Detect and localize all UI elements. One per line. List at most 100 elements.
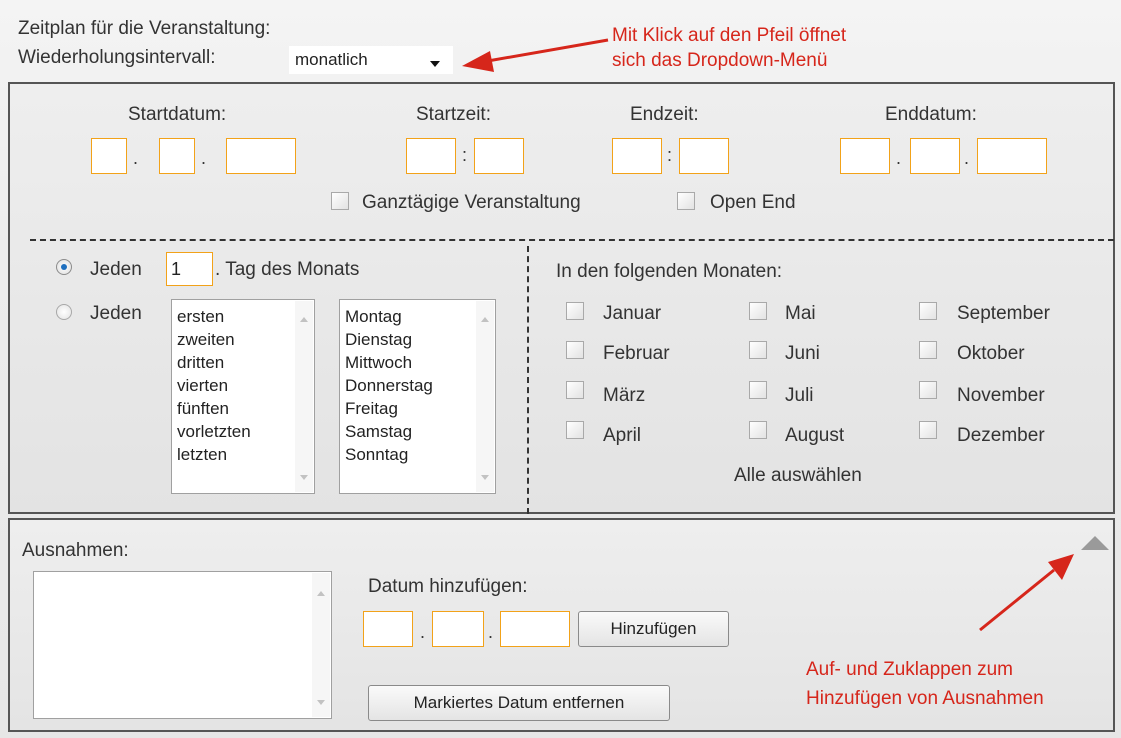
month-checkbox-oktober[interactable] (919, 341, 937, 359)
ordinal-option[interactable]: vierten (177, 374, 251, 397)
option1-suffix: . Tag des Monats (215, 259, 360, 280)
month-checkbox-maerz[interactable] (566, 381, 584, 399)
exception-day-field[interactable] (363, 611, 413, 647)
ordinal-listbox[interactable]: ersten zweiten dritten vierten fünften v… (171, 299, 315, 494)
scroll-up-icon[interactable] (317, 591, 325, 596)
month-checkbox-juli[interactable] (749, 381, 767, 399)
ordinal-option[interactable]: zweiten (177, 328, 251, 351)
allday-label: Ganztägige Veranstaltung (362, 192, 581, 213)
date-separator: . (488, 622, 494, 642)
month-checkbox-august[interactable] (749, 421, 767, 439)
ordinal-option[interactable]: ersten (177, 305, 251, 328)
allday-checkbox[interactable] (331, 192, 349, 210)
month-label: Juli (785, 385, 814, 406)
start-time-hour-field[interactable] (406, 138, 456, 174)
month-label: Dezember (957, 425, 1045, 446)
month-checkbox-juni[interactable] (749, 341, 767, 359)
month-label: März (603, 385, 646, 406)
schedule-title: Zeitplan für die Veranstaltung: (18, 18, 271, 39)
end-date-day-field[interactable] (840, 138, 890, 174)
month-checkbox-mai[interactable] (749, 302, 767, 320)
column-divider (527, 246, 529, 514)
ordinal-option[interactable]: vorletzten (177, 420, 251, 443)
month-label: November (957, 385, 1045, 406)
end-date-month-field[interactable] (910, 138, 960, 174)
scroll-down-icon[interactable] (317, 700, 325, 705)
time-separator: : (462, 145, 468, 165)
start-time-minute-field[interactable] (474, 138, 524, 174)
add-exception-button[interactable]: Hinzufügen (578, 611, 729, 647)
add-date-label: Datum hinzufügen: (368, 576, 528, 597)
month-label: April (603, 425, 642, 446)
date-separator: . (420, 622, 426, 642)
remove-exception-button[interactable]: Markiertes Datum entfernen (368, 685, 670, 721)
option1-prefix: Jeden (90, 259, 142, 280)
exception-month-field[interactable] (432, 611, 484, 647)
interval-label: Wiederholungsintervall: (18, 47, 216, 68)
weekday-listbox[interactable]: Montag Dienstag Mittwoch Donnerstag Frei… (339, 299, 496, 494)
scroll-down-icon[interactable] (481, 475, 489, 480)
exceptions-listbox[interactable] (33, 571, 332, 719)
day-of-month-field[interactable]: 1 (166, 252, 213, 286)
month-checkbox-januar[interactable] (566, 302, 584, 320)
hint-arrow-collapse (979, 554, 1074, 632)
month-checkbox-november[interactable] (919, 381, 937, 399)
weekday-option[interactable]: Freitag (345, 397, 433, 420)
scroll-up-icon[interactable] (300, 317, 308, 322)
open-end-checkbox[interactable] (677, 192, 695, 210)
month-label: Juni (785, 343, 820, 364)
month-checkbox-september[interactable] (919, 302, 937, 320)
select-all-months-link[interactable]: Alle auswählen (734, 465, 862, 487)
weekday-option[interactable]: Dienstag (345, 328, 433, 351)
month-checkbox-februar[interactable] (566, 341, 584, 359)
chevron-down-icon[interactable] (430, 61, 440, 67)
month-label: Mai (785, 303, 816, 324)
weekday-option[interactable]: Donnerstag (345, 374, 433, 397)
ordinal-scrollbar[interactable] (295, 301, 313, 492)
open-end-label: Open End (710, 192, 796, 213)
scroll-up-icon[interactable] (481, 317, 489, 322)
time-separator: : (667, 145, 673, 165)
radio-every-weekday[interactable] (56, 304, 72, 320)
weekday-option[interactable]: Sonntag (345, 443, 433, 466)
end-time-minute-field[interactable] (679, 138, 729, 174)
month-checkbox-april[interactable] (566, 421, 584, 439)
hint-dropdown-line1: Mit Klick auf den Pfeil öffnet (612, 25, 847, 46)
end-date-label: Enddatum: (885, 104, 977, 125)
ordinal-option[interactable]: fünften (177, 397, 251, 420)
date-separator: . (201, 148, 207, 168)
start-date-month-field[interactable] (159, 138, 195, 174)
section-divider (30, 239, 1114, 241)
ordinal-option[interactable]: letzten (177, 443, 251, 466)
month-label: Januar (603, 303, 662, 324)
weekday-option[interactable]: Samstag (345, 420, 433, 443)
interval-select-value: monatlich (295, 50, 368, 69)
end-time-hour-field[interactable] (612, 138, 662, 174)
months-heading: In den folgenden Monaten: (556, 261, 783, 282)
option2-prefix: Jeden (90, 303, 142, 324)
interval-select[interactable]: monatlich (289, 46, 453, 74)
month-label: August (785, 425, 845, 446)
weekday-scrollbar[interactable] (476, 301, 494, 492)
scroll-down-icon[interactable] (300, 475, 308, 480)
start-date-day-field[interactable] (91, 138, 127, 174)
weekday-items: Montag Dienstag Mittwoch Donnerstag Frei… (345, 305, 433, 466)
month-checkbox-dezember[interactable] (919, 421, 937, 439)
exceptions-heading: Ausnahmen: (22, 540, 129, 561)
weekday-option[interactable]: Mittwoch (345, 351, 433, 374)
collapse-toggle-icon[interactable] (1081, 536, 1109, 550)
date-separator: . (964, 148, 970, 168)
radio-every-nth-day[interactable] (56, 259, 72, 275)
month-label: September (957, 303, 1050, 324)
ordinal-option[interactable]: dritten (177, 351, 251, 374)
start-date-label: Startdatum: (128, 104, 227, 125)
end-date-year-field[interactable] (977, 138, 1047, 174)
start-date-year-field[interactable] (226, 138, 296, 174)
hint-arrow-dropdown (462, 38, 609, 72)
start-time-label: Startzeit: (416, 104, 491, 125)
weekday-option[interactable]: Montag (345, 305, 433, 328)
hint-dropdown-line2: sich das Dropdown-Menü (612, 50, 828, 71)
exceptions-scrollbar[interactable] (312, 573, 330, 717)
hint-collapse-line1: Auf- und Zuklappen zum (806, 659, 1014, 680)
exception-year-field[interactable] (500, 611, 570, 647)
